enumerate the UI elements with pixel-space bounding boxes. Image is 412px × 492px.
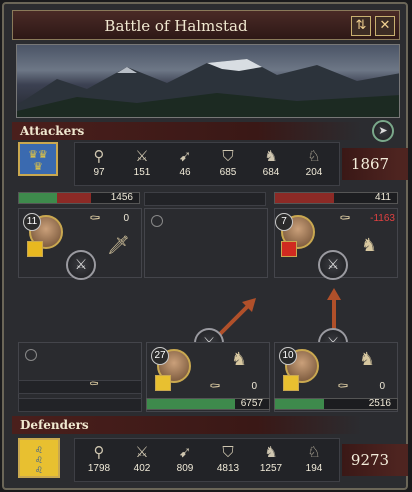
svg-text:♌: ♌ (35, 466, 43, 476)
unit-stat[interactable]: ♞ 1257 (253, 441, 289, 481)
light-infantry-icon: ⚲ (93, 443, 105, 461)
strength-fill (275, 399, 324, 409)
empty-slot-icon (25, 349, 37, 361)
unit-stat[interactable]: ⚔ 402 (124, 441, 160, 481)
unit-count: 809 (176, 463, 194, 474)
unit-stat[interactable]: ♘ 194 (296, 441, 332, 481)
three-lions-icon: ♌ ♌ ♌ (35, 446, 43, 476)
defender-total: 9273 (342, 444, 408, 476)
defender-center-strength-bar: 6757 (146, 398, 270, 410)
tombstone-icon: ⚰ (337, 379, 349, 395)
defender-right-strength-bar: 2516 (274, 398, 398, 410)
unit-count: 1798 (87, 463, 111, 474)
defender-center-bar-value: 6757 (240, 398, 263, 409)
knights-icon: ♘ (307, 443, 321, 461)
cavalry-icon: ♞ (231, 349, 248, 370)
pikemen-icon: ⛉ (222, 443, 234, 461)
defender-right-bar-value: 2516 (368, 398, 391, 409)
defenders-label: Defenders (20, 418, 89, 432)
battle-window: Battle of Halmstad ⇅ ✕ Attackers ➤ ♛♛ ♛ … (2, 2, 408, 490)
unit-count: 402 (133, 463, 151, 474)
archers-icon: ➹ (178, 443, 192, 461)
tombstone-icon: ⚰ (209, 379, 221, 395)
unit-stat[interactable]: ⚲ 1798 (81, 441, 117, 481)
defender-right-sub-value: 0 (379, 381, 385, 392)
defender-left-bar (18, 398, 142, 412)
defender-coat-of-arms[interactable]: ♌ ♌ ♌ (18, 438, 60, 478)
engagement-arrow (218, 302, 252, 336)
unit-count: 4813 (216, 463, 240, 474)
arrow-head (327, 288, 341, 300)
defender-left-stat-row: ⚰ (18, 377, 142, 394)
defender-stats: ⚲ 1798 ⚔ 402 ➹ 809 ⛉ 4813 ♞ 1257 ♘ 194 (74, 438, 340, 482)
commander-level: 10 (279, 347, 297, 365)
light-cavalry-icon: ♞ (264, 443, 278, 461)
unit-stat[interactable]: ➹ 809 (167, 441, 203, 481)
defenders-header: Defenders (12, 416, 362, 434)
unit-stat[interactable]: ⛉ 4813 (210, 441, 246, 481)
strength-fill (147, 399, 235, 409)
defender-total-value: 9273 (350, 451, 390, 469)
svg-text:♌: ♌ (35, 456, 43, 466)
heavy-infantry-icon: ⚔ (135, 443, 149, 461)
unit-count: 194 (305, 463, 323, 474)
cavalry-icon: ♞ (359, 349, 376, 370)
defender-center-sub-value: 0 (251, 381, 257, 392)
svg-text:♌: ♌ (35, 446, 43, 456)
unit-count: 1257 (259, 463, 283, 474)
commander-shield-icon (155, 375, 171, 391)
commander-level: 27 (151, 347, 169, 365)
commander-shield-icon (283, 375, 299, 391)
tombstone-icon: ⚰ (89, 377, 100, 391)
